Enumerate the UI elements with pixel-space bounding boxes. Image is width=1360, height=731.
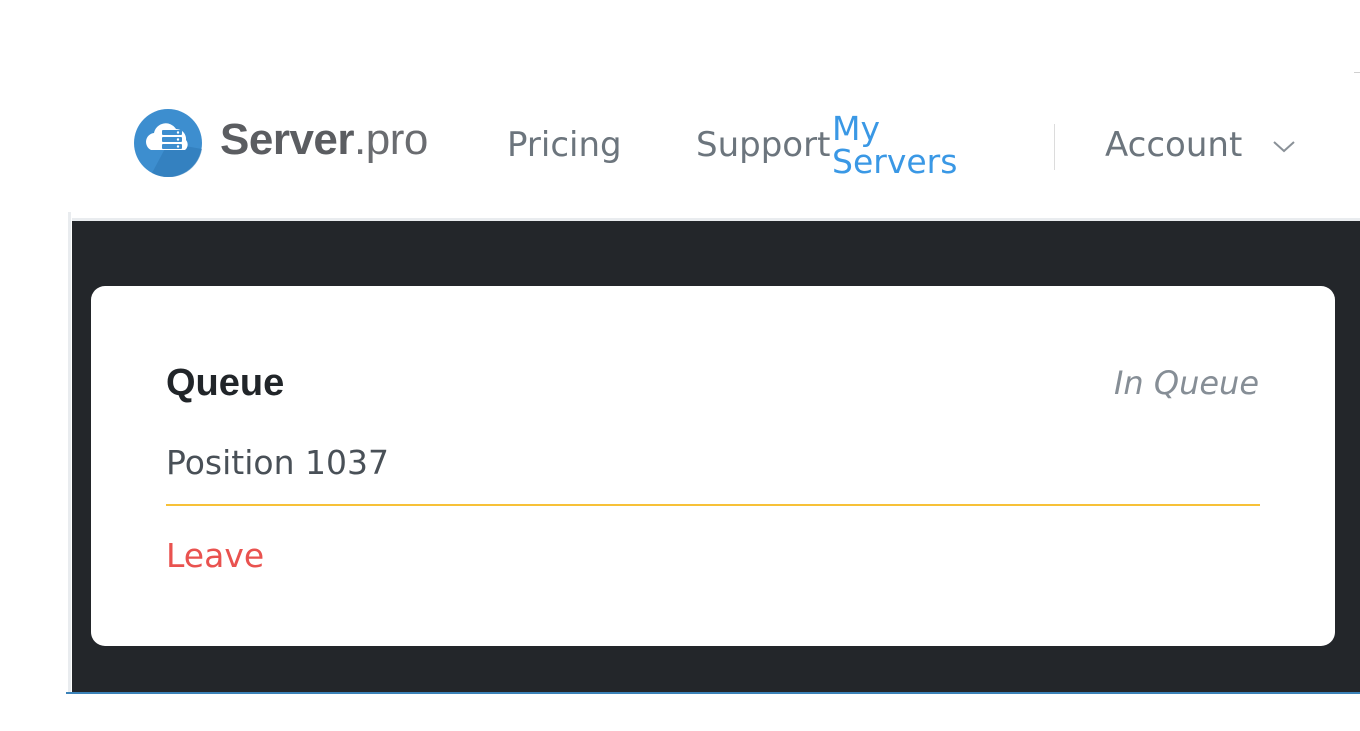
logo-wordmark[interactable]: Server.pro	[220, 115, 428, 165]
queue-card: Queue In Queue Position 1037 Leave	[91, 286, 1335, 646]
logo-brand-light: .pro	[354, 115, 428, 164]
queue-title: Queue	[166, 362, 285, 404]
nav-my-servers-link[interactable]: My Servers	[832, 112, 972, 178]
queue-status-text: In Queue	[1113, 364, 1259, 402]
server-panel: Queue In Queue Position 1037 Leave	[72, 221, 1360, 693]
divider	[1354, 72, 1360, 73]
nav-support-link[interactable]: Support	[696, 125, 830, 165]
logo-brand-strong: Server	[220, 115, 355, 164]
page: Server.pro Pricing Support My Servers Ac…	[0, 0, 1360, 731]
queue-divider	[166, 504, 1260, 506]
queue-position: Position 1037	[166, 443, 389, 482]
leave-queue-button[interactable]: Leave	[166, 536, 264, 575]
nav-account-dropdown[interactable]: Account	[1105, 125, 1242, 165]
cloud-server-icon[interactable]	[132, 109, 204, 177]
nav-pricing-link[interactable]: Pricing	[507, 125, 622, 165]
panel-border-left	[68, 212, 71, 693]
nav-divider	[1054, 124, 1055, 170]
panel-border-bottom	[66, 692, 1360, 694]
chevron-down-icon[interactable]	[1272, 134, 1296, 158]
top-navbar: Server.pro Pricing Support My Servers Ac…	[0, 0, 1360, 218]
